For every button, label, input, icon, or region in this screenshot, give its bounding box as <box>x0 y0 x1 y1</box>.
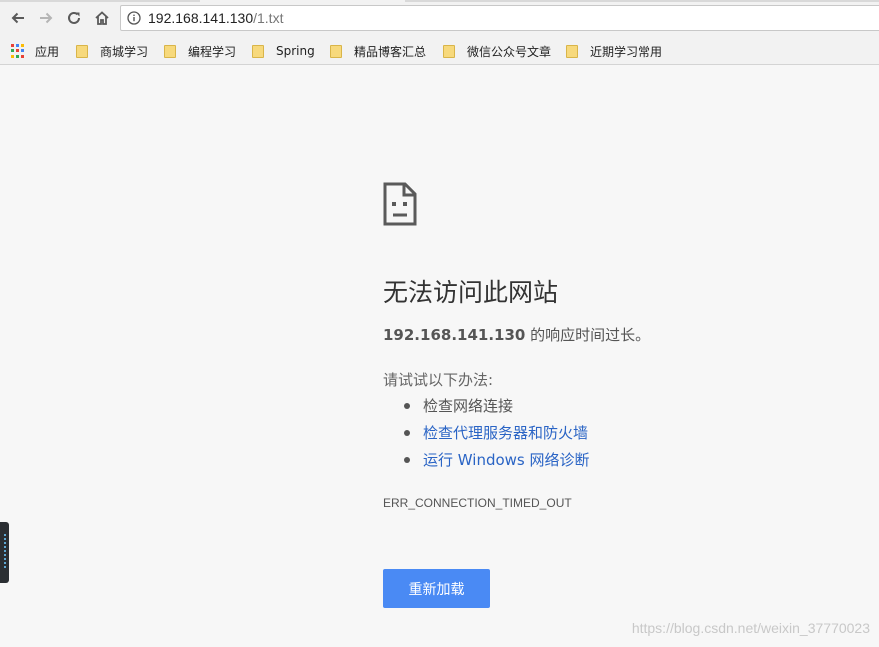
folder-icon <box>252 44 264 58</box>
bookmark-label: Spring <box>276 44 315 58</box>
reload-icon <box>68 11 80 24</box>
side-handle[interactable] <box>0 522 9 583</box>
bookmark-folder[interactable]: 编程学习 <box>164 42 236 60</box>
bookmark-label: 商城学习 <box>100 44 149 59</box>
bookmark-label: 应用 <box>35 44 60 59</box>
bookmark-label: 近期学习常用 <box>590 44 663 59</box>
tab-strip-edge <box>0 0 879 3</box>
apps-icon <box>11 44 25 58</box>
bookmark-folder[interactable]: 微信公众号文章 <box>443 42 551 60</box>
folder-icon <box>566 44 578 58</box>
error-host: 192.168.141.130 <box>383 326 526 344</box>
back-button[interactable] <box>9 9 27 27</box>
error-code: ERR_CONNECTION_TIMED_OUT <box>383 496 572 510</box>
info-icon[interactable] <box>127 11 141 25</box>
url-path: /1.txt <box>253 10 284 26</box>
bookmark-label: 编程学习 <box>188 44 237 59</box>
reload-nav-button[interactable] <box>65 9 83 27</box>
bookmark-folder[interactable]: 近期学习常用 <box>566 42 662 60</box>
url-text[interactable]: 192.168.141.130/1.txt <box>148 10 283 26</box>
watermark: https://blog.csdn.net/weixin_37770023 <box>631 620 870 636</box>
error-title: 无法访问此网站 <box>383 278 559 307</box>
error-description: 192.168.141.130 的响应时间过长。 <box>383 324 650 345</box>
error-description-text: 的响应时间过长。 <box>525 326 651 344</box>
bookmark-apps[interactable]: 应用 <box>11 42 59 60</box>
suggestions-heading: 请试试以下办法: <box>383 371 494 389</box>
address-bar[interactable]: 192.168.141.130/1.txt <box>120 5 879 31</box>
forward-icon <box>40 12 53 24</box>
suggestion-check-network: 检查网络连接 <box>383 394 590 421</box>
reload-button[interactable]: 重新加载 <box>383 569 490 608</box>
bookmark-label: 精品博客汇总 <box>354 44 427 59</box>
sad-page-icon <box>383 182 417 226</box>
bookmarks-bar: 应用 商城学习 编程学习 Spring 精品博客汇总 微信公众号文章 近期学习常… <box>0 37 879 65</box>
suggestion-run-diagnostics-link[interactable]: 运行 Windows 网络诊断 <box>383 448 590 475</box>
home-icon <box>95 11 109 25</box>
url-host: 192.168.141.130 <box>148 10 254 26</box>
browser-toolbar: 192.168.141.130/1.txt <box>0 0 879 37</box>
side-handle-grip <box>4 534 6 570</box>
bookmark-label: 微信公众号文章 <box>467 44 552 59</box>
bookmark-folder[interactable]: 商城学习 <box>76 42 148 60</box>
suggestions-list: 检查网络连接 检查代理服务器和防火墙 运行 Windows 网络诊断 <box>383 394 590 475</box>
home-button[interactable] <box>93 9 111 27</box>
forward-button[interactable] <box>37 9 55 27</box>
folder-icon <box>330 44 342 58</box>
folder-icon <box>76 44 88 58</box>
folder-icon <box>443 44 455 58</box>
bookmark-folder[interactable]: Spring <box>252 42 315 60</box>
suggestion-check-proxy-link[interactable]: 检查代理服务器和防火墙 <box>383 421 590 448</box>
bookmark-folder[interactable]: 精品博客汇总 <box>330 42 426 60</box>
back-icon <box>11 12 24 24</box>
folder-icon <box>164 44 176 58</box>
